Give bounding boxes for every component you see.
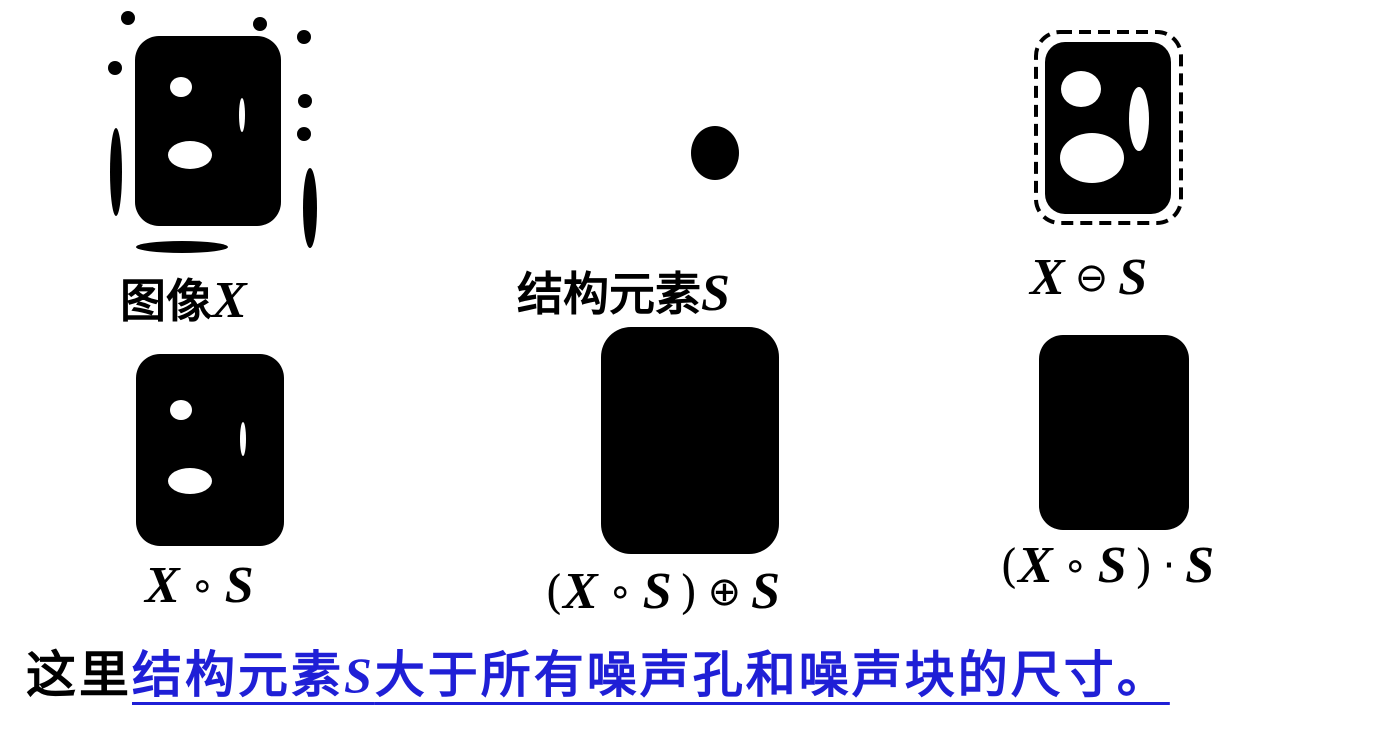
opening-panel xyxy=(136,354,284,546)
dilation-inner-operator: ∘ xyxy=(607,569,633,615)
image-x-label-prefix: 图像 xyxy=(120,274,212,328)
dilation-label-left: X xyxy=(562,563,598,620)
structuring-element-panel xyxy=(691,126,739,180)
caption-emphasis-part-2: 大于所有噪声孔和噪声块的尺寸。 xyxy=(374,646,1170,704)
image-x-label: 图像X xyxy=(120,275,247,327)
opening-hole-small xyxy=(170,400,192,420)
noise-blob-right xyxy=(303,168,317,248)
dilation-label: (X ∘ S) ⊕ S xyxy=(545,566,780,618)
closing-open-paren: ( xyxy=(1000,539,1018,593)
erosion-hole-slit xyxy=(1129,87,1149,151)
image-x-label-var: X xyxy=(212,272,247,329)
dilation-label-right: S xyxy=(642,563,672,620)
structuring-element-label-var: S xyxy=(701,265,730,322)
closing-label-rhs: S xyxy=(1185,537,1215,594)
closing-panel xyxy=(1039,335,1189,530)
noise-dot xyxy=(297,30,311,44)
image-x-body xyxy=(135,36,281,226)
closing-label-right: S xyxy=(1097,537,1127,594)
noise-blob-bottom xyxy=(136,241,228,253)
noise-blob-left xyxy=(110,128,122,216)
erosion-hole-small xyxy=(1061,71,1101,107)
noise-dot xyxy=(108,61,122,75)
dilation-label-rhs: S xyxy=(751,563,780,620)
opening-hole-large xyxy=(168,468,212,494)
opening-label-left: X xyxy=(145,557,180,614)
caption-emphasis: 结构元素S大于所有噪声孔和噪声块的尺寸。 xyxy=(132,646,1170,704)
structuring-element-label: 结构元素S xyxy=(517,268,730,320)
noise-dot xyxy=(297,127,311,141)
caption-plain: 这里 xyxy=(26,646,132,704)
erosion-label-right: S xyxy=(1118,249,1148,306)
structuring-element-disk xyxy=(691,126,739,180)
closing-body xyxy=(1039,335,1189,530)
dilation-operator: ⊕ xyxy=(707,569,742,615)
erosion-hole-large xyxy=(1060,133,1124,183)
opening-operator: ∘ xyxy=(189,563,215,609)
erosion-panel xyxy=(1034,30,1183,225)
closing-close-paren: ) xyxy=(1134,539,1153,593)
erosion-label-left: X xyxy=(1030,249,1065,306)
erosion-label: X ⊖ S xyxy=(1030,252,1147,304)
noise-dot xyxy=(298,94,312,108)
dilation-panel xyxy=(601,327,779,554)
caption-emphasis-var: S xyxy=(344,647,375,703)
image-x-hole-large xyxy=(168,141,212,169)
opening-label-right: S xyxy=(224,557,254,614)
dilation-close-paren: ) xyxy=(679,565,698,619)
dilation-body xyxy=(601,327,779,554)
noise-dot xyxy=(121,11,135,25)
caption: 这里结构元素S大于所有噪声孔和噪声块的尺寸。 xyxy=(26,650,1170,700)
opening-hole-slit xyxy=(240,422,246,456)
image-x-hole-small xyxy=(170,77,192,97)
erosion-body xyxy=(1045,42,1171,214)
image-x-panel xyxy=(108,11,317,253)
closing-label-left: X xyxy=(1017,537,1053,594)
opening-body xyxy=(136,354,284,546)
morphology-diagram xyxy=(108,11,1189,554)
closing-operator: · xyxy=(1162,543,1176,589)
noise-dot xyxy=(253,17,267,31)
caption-emphasis-part-1: 结构元素 xyxy=(132,646,344,704)
structuring-element-label-prefix: 结构元素 xyxy=(517,267,701,321)
closing-label: (X ∘ S) · S xyxy=(1000,540,1214,592)
opening-label: X ∘ S xyxy=(145,560,254,612)
closing-inner-operator: ∘ xyxy=(1062,543,1088,589)
image-x-hole-slit xyxy=(239,98,245,132)
dilation-open-paren: ( xyxy=(545,565,563,619)
erosion-operator: ⊖ xyxy=(1074,255,1109,301)
